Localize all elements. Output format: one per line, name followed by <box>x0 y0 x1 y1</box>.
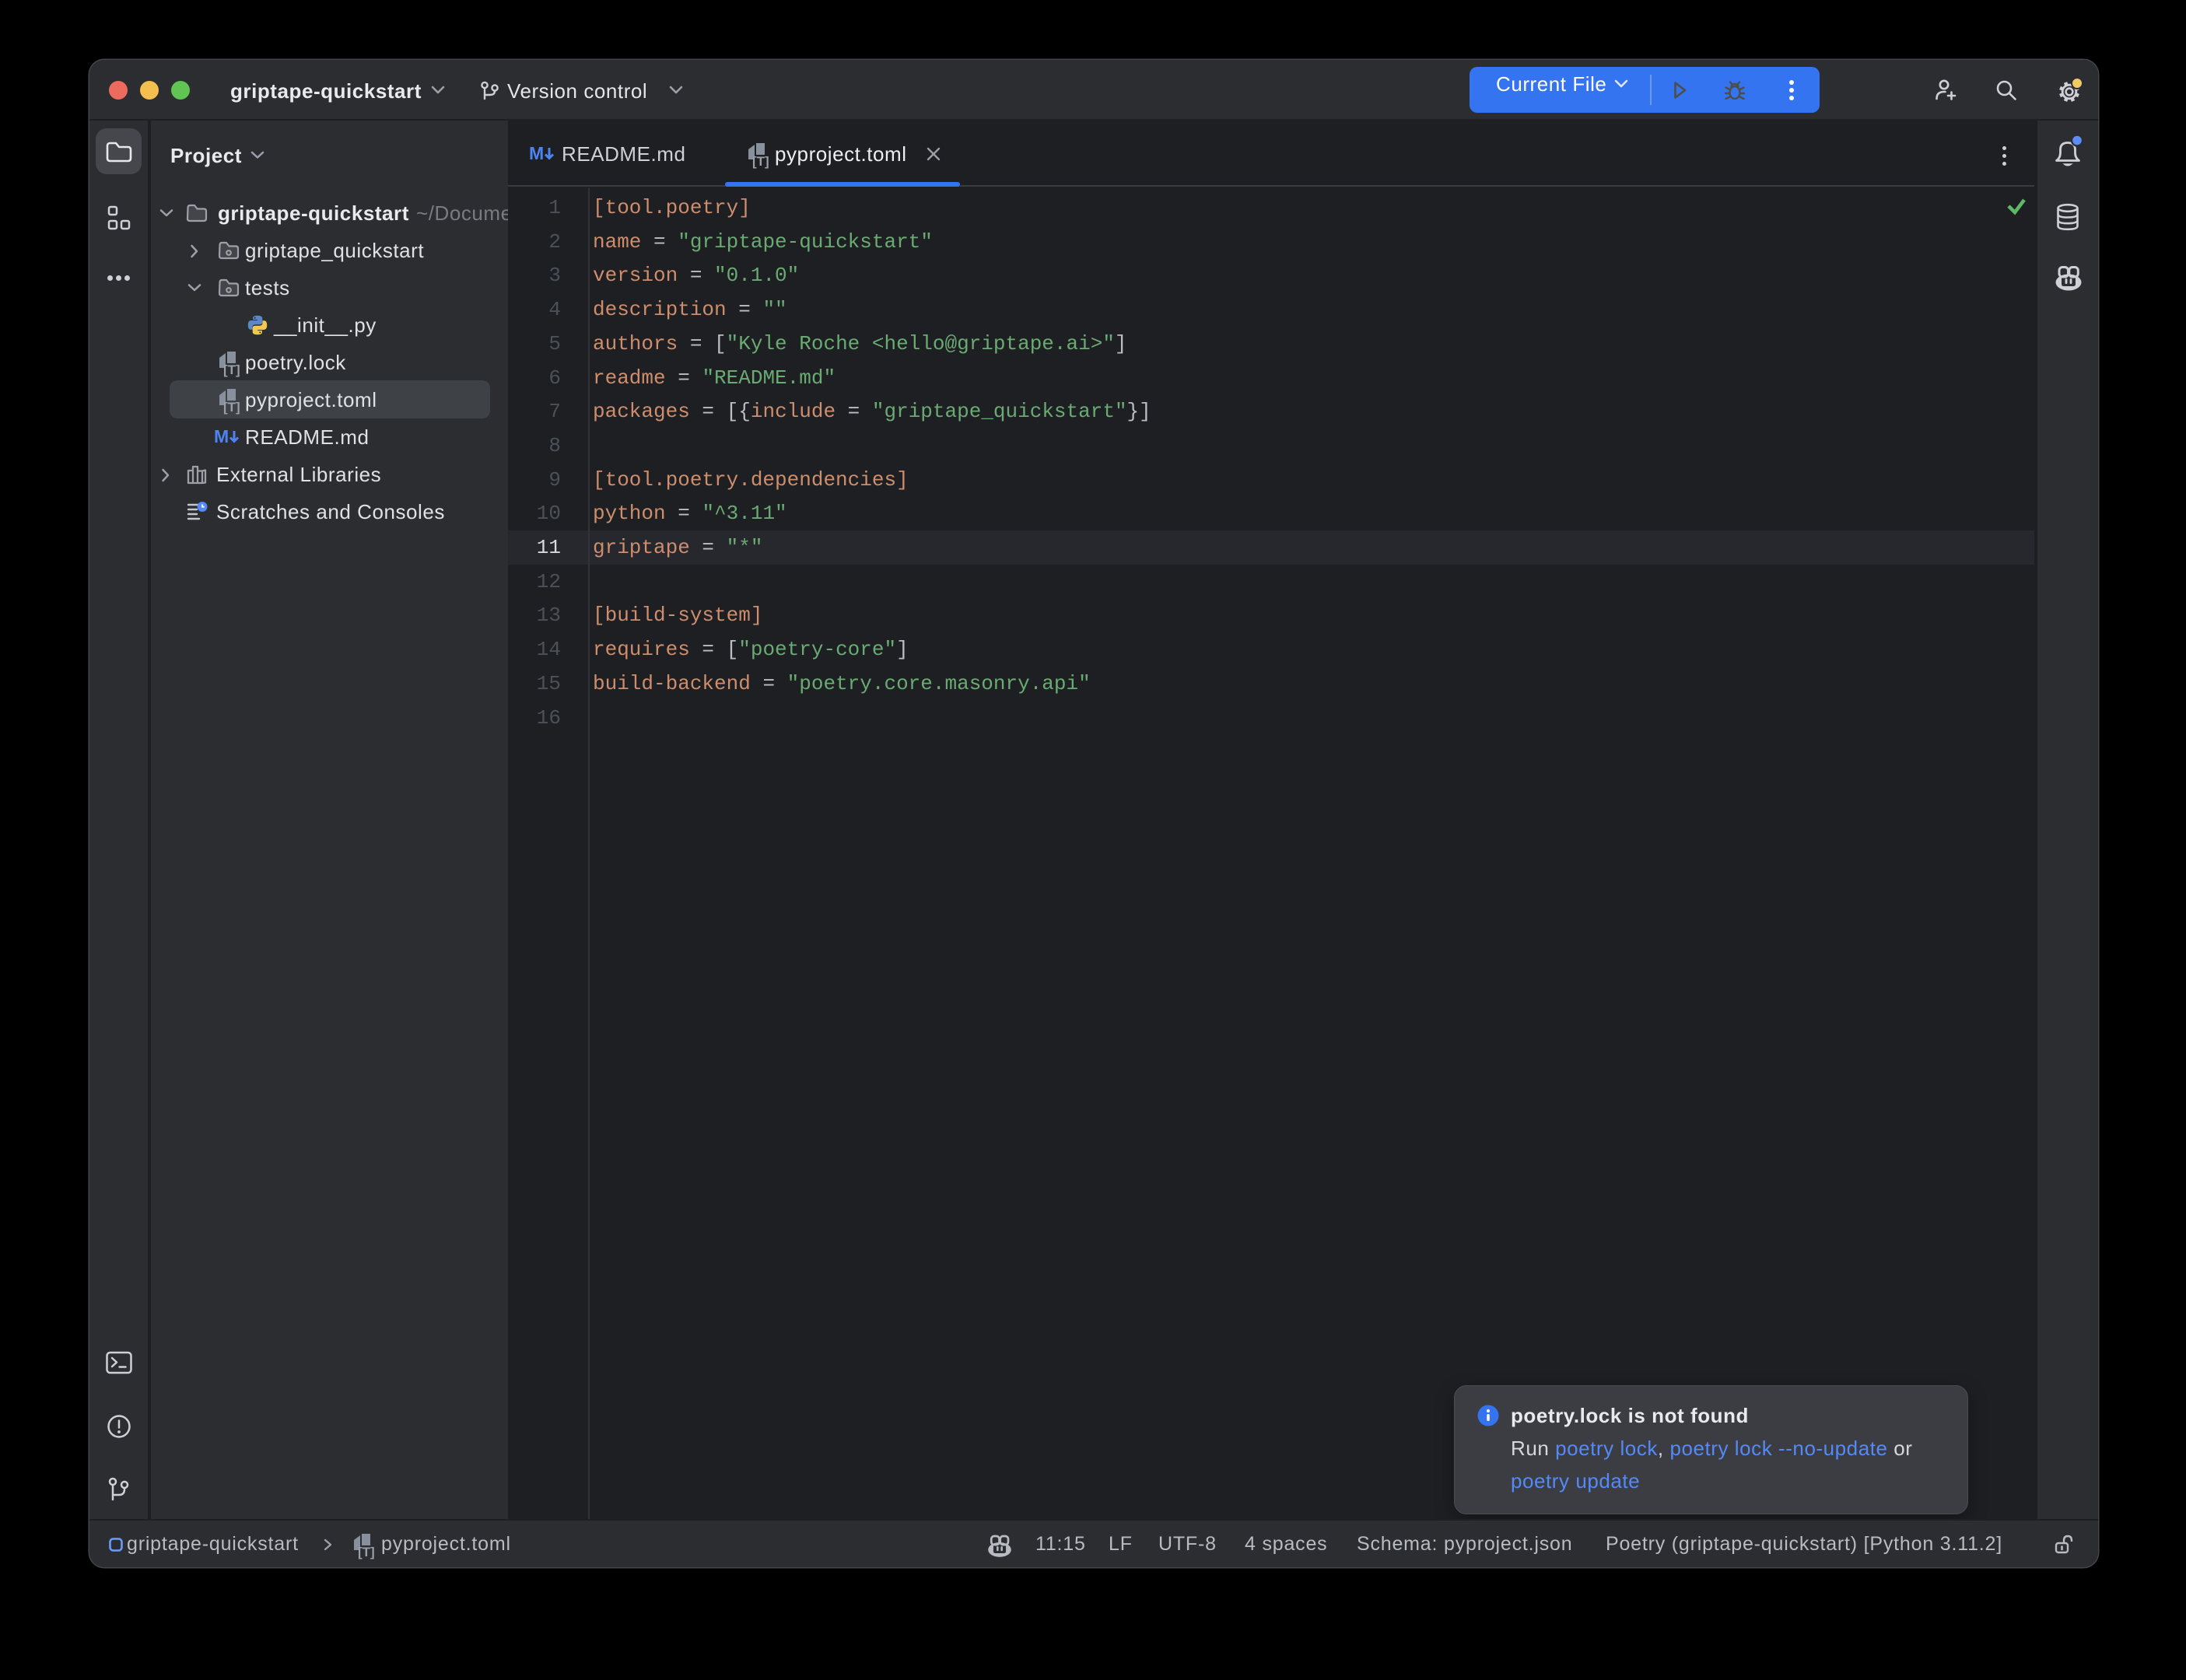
svg-text:[T]: [T] <box>752 154 769 169</box>
svg-text:M: M <box>214 426 229 446</box>
svg-text:[T]: [T] <box>358 1545 375 1559</box>
svg-text:[T]: [T] <box>223 362 240 377</box>
svg-text:M: M <box>529 143 544 163</box>
svg-text:[T]: [T] <box>223 400 240 415</box>
